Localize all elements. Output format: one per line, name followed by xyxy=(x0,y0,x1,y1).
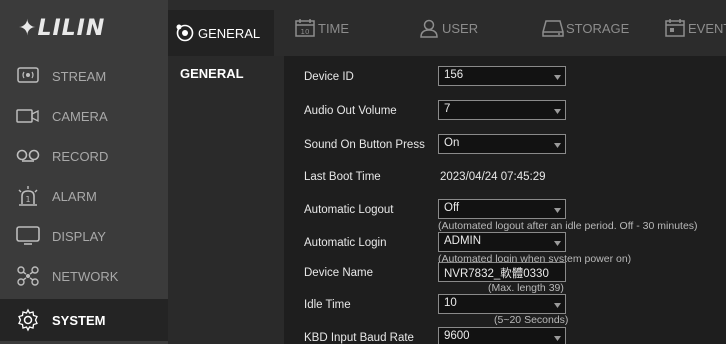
nav-label: ALARM xyxy=(52,188,97,204)
subnav-item-general[interactable]: GENERAL xyxy=(168,56,284,81)
device-name-hint: (Max. length 39) xyxy=(488,282,564,294)
nav-item-camera[interactable]: CAMERA xyxy=(0,96,168,136)
nav-item-stream[interactable]: STREAM xyxy=(0,56,168,96)
automatic-login-label: Automatic Login xyxy=(304,237,387,249)
automatic-logout-label: Automatic Logout xyxy=(304,204,394,216)
chevron-down-icon xyxy=(554,241,561,246)
tab-label: GENERAL xyxy=(198,25,261,41)
tab-user[interactable]: USER xyxy=(418,14,478,42)
nav-label: RECORD xyxy=(52,148,109,164)
nav-item-record[interactable]: RECORD xyxy=(0,136,168,176)
device-name-label: Device Name xyxy=(304,267,374,279)
automatic-logout-value: Off xyxy=(444,202,460,214)
automatic-logout-select[interactable]: Off xyxy=(438,199,566,219)
tab-event[interactable]: EVENT xyxy=(664,14,726,42)
nav-item-alarm[interactable]: 1 ALARM xyxy=(0,176,168,216)
device-id-label: Device ID xyxy=(304,71,354,83)
device-id-select[interactable]: 156 xyxy=(438,66,566,86)
nav-label: STREAM xyxy=(52,68,107,84)
idle-time-label: Idle Time xyxy=(304,299,351,311)
tab-label: EVENT xyxy=(688,20,726,36)
alarm-icon: 1 xyxy=(16,184,40,208)
general-settings-form: Device ID 156 Audio Out Volume 7 Sound O… xyxy=(284,56,726,344)
last-boot-time-label: Last Boot Time xyxy=(304,171,381,183)
nav-item-system[interactable]: SYSTEM xyxy=(0,299,168,341)
chevron-down-icon xyxy=(554,303,561,308)
audio-out-volume-value: 7 xyxy=(444,103,451,115)
tab-label: TIME xyxy=(318,20,350,36)
nav-label: DISPLAY xyxy=(52,228,106,244)
chevron-down-icon xyxy=(554,143,561,148)
logo-text: ✦LILIN xyxy=(18,15,106,41)
svg-text:10: 10 xyxy=(301,28,310,36)
brand-logo: ✦LILIN xyxy=(0,0,168,56)
nav-label: CAMERA xyxy=(52,108,108,124)
tab-time[interactable]: 10 TIME xyxy=(294,14,349,42)
nav-item-network[interactable]: NETWORK xyxy=(0,256,168,296)
tab-storage[interactable]: STORAGE xyxy=(542,14,629,42)
device-name-input[interactable]: NVR7832_軟體0330 xyxy=(438,262,566,282)
kbd-input-baud-rate-select[interactable]: 9600 xyxy=(438,327,566,344)
idle-time-hint: (5~20 Seconds) xyxy=(494,314,569,326)
nav-label: NETWORK xyxy=(52,268,119,284)
tab-general[interactable]: GENERAL xyxy=(168,10,275,56)
kbd-input-baud-rate-label: KBD Input Baud Rate xyxy=(304,332,414,344)
display-icon xyxy=(16,224,40,248)
automatic-logout-hint: (Automated logout after an idle period. … xyxy=(438,220,698,232)
left-navigation: ✦LILIN STREAM CAMERA RECORD 1 ALARM DISP… xyxy=(0,0,168,344)
top-tab-bar: GENERAL 10 TIME USER STORAGE EVENT xyxy=(168,0,726,56)
idle-time-select[interactable]: 10 xyxy=(438,294,566,314)
tab-label: USER xyxy=(442,20,479,36)
svg-text:1: 1 xyxy=(25,195,30,204)
record-icon xyxy=(16,144,40,168)
sound-on-button-press-select[interactable]: On xyxy=(438,134,566,154)
chevron-down-icon xyxy=(554,75,561,80)
device-id-value: 156 xyxy=(444,69,464,81)
chevron-down-icon xyxy=(554,336,561,341)
general-icon xyxy=(174,22,196,44)
kbd-input-baud-rate-value: 9600 xyxy=(444,330,470,342)
network-icon xyxy=(16,264,40,288)
audio-out-volume-label: Audio Out Volume xyxy=(304,105,397,117)
automatic-login-value: ADMIN xyxy=(444,235,482,247)
stream-icon xyxy=(16,64,40,88)
idle-time-value: 10 xyxy=(444,297,457,309)
last-boot-time-value: 2023/04/24 07:45:29 xyxy=(440,171,546,183)
sub-navigation: GENERAL xyxy=(168,56,284,344)
user-icon xyxy=(418,17,440,39)
event-icon xyxy=(664,17,686,39)
audio-out-volume-select[interactable]: 7 xyxy=(438,100,566,120)
sound-on-button-press-label: Sound On Button Press xyxy=(304,139,425,151)
chevron-down-icon xyxy=(554,109,561,114)
nav-label: SYSTEM xyxy=(52,312,106,328)
sound-on-button-press-value: On xyxy=(444,137,460,149)
gear-icon xyxy=(16,308,40,332)
calendar-icon: 10 xyxy=(294,17,316,39)
chevron-down-icon xyxy=(554,208,561,213)
tab-label: STORAGE xyxy=(566,20,630,36)
nav-item-display[interactable]: DISPLAY xyxy=(0,216,168,256)
camera-icon xyxy=(16,104,40,128)
automatic-login-select[interactable]: ADMIN xyxy=(438,232,566,252)
storage-icon xyxy=(542,17,564,39)
